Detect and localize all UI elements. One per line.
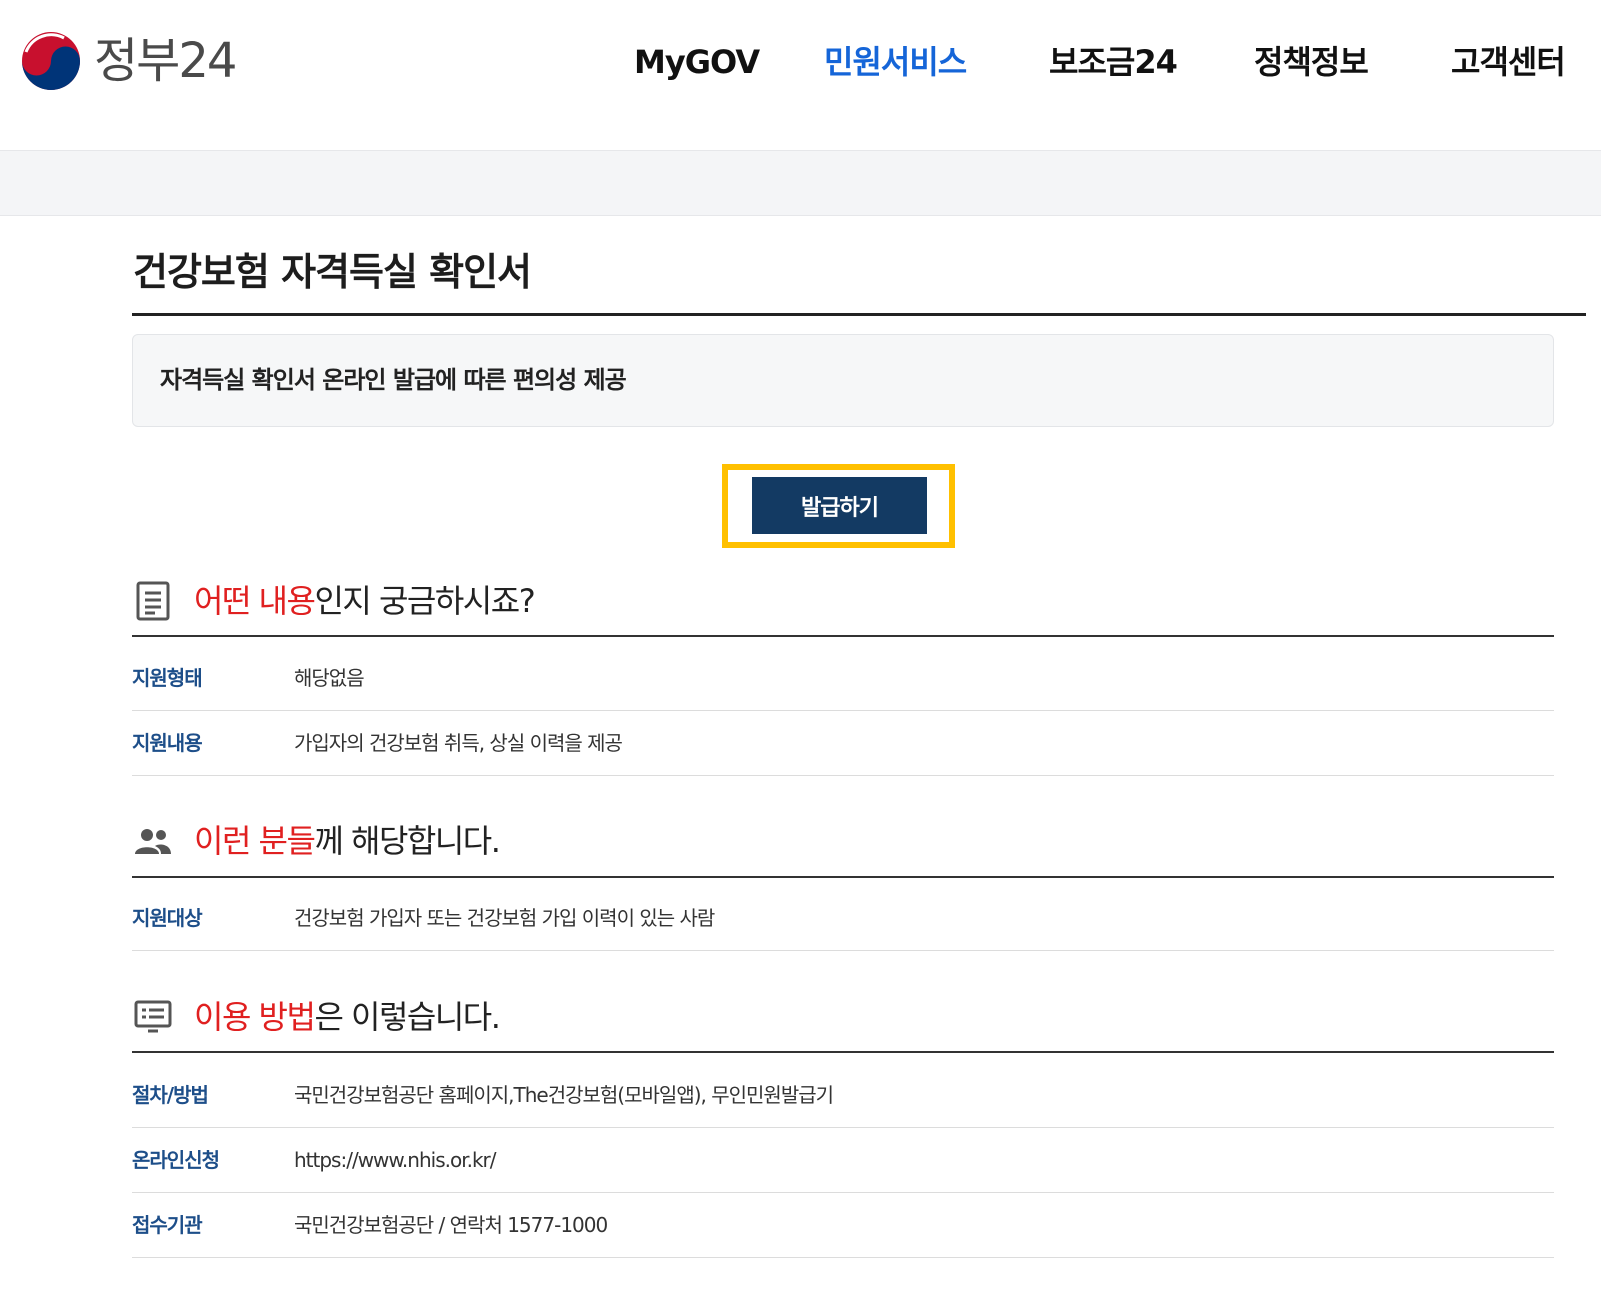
row-label: 지원대상 [132,906,203,930]
row-value: 국민건강보험공단 / 연락처 1577-1000 [294,1213,608,1237]
row-value: 건강보험 가입자 또는 건강보험 가입 이력이 있는 사람 [294,906,715,930]
nav-civil-service[interactable]: 민원서비스 [824,38,967,86]
row-label: 접수기관 [132,1213,203,1237]
row-label: 지원형태 [132,666,203,690]
nav-subsidy24[interactable]: 보조금24 [1049,38,1178,86]
section-target-divider [132,876,1554,878]
section-method-divider [132,1051,1554,1053]
section-target-title-rest: 께 해당합니다. [314,822,500,860]
section-content-title-rest: 인지 궁금하시죠? [314,582,535,620]
section-target-title: 이런 분들께 해당합니다. [194,818,501,864]
table-row: 온라인신청 https://www.nhis.or.kr/ [132,1128,1554,1193]
section-content-divider [132,635,1554,637]
row-value: 가입자의 건강보험 취득, 상실 이력을 제공 [294,731,623,755]
table-row: 지원대상 건강보험 가입자 또는 건강보험 가입 이력이 있는 사람 [132,886,1554,951]
list-screen-icon [133,997,173,1037]
section-content-title-highlight: 어떤 내용 [194,582,316,620]
row-label: 온라인신청 [132,1148,220,1172]
row-value: 해당없음 [294,666,365,690]
online-application-link[interactable]: https://www.nhis.or.kr/ [294,1128,496,1192]
site-header: 정부24 MyGOV 민원서비스 보조금24 정책정보 고객센터 [0,0,1601,150]
section-method-title: 이용 방법은 이렇습니다. [194,994,501,1040]
table-row: 지원내용 가입자의 건강보험 취득, 상실 이력을 제공 [132,711,1554,776]
document-icon [133,581,173,621]
section-content-title: 어떤 내용인지 궁금하시죠? [194,578,536,624]
table-row: 절차/방법 국민건강보험공단 홈페이지,The건강보험(모바일앱), 무인민원발… [132,1063,1554,1128]
section-method-title-rest: 은 이렇습니다. [314,998,500,1036]
page-title: 건강보험 자격득실 확인서 [133,250,532,294]
title-divider [132,313,1586,316]
row-label: 지원내용 [132,731,203,755]
section-method-title-highlight: 이용 방법 [194,998,316,1036]
sub-navigation-bar [0,150,1601,216]
people-icon [133,821,173,861]
section-method-heading: 이용 방법은 이렇습니다. [133,994,501,1040]
nav-customer-center[interactable]: 고객센터 [1451,38,1566,86]
row-value: 국민건강보험공단 홈페이지,The건강보험(모바일앱), 무인민원발급기 [294,1083,834,1107]
nav-policy-info[interactable]: 정책정보 [1254,38,1369,86]
taegeuk-logo-icon [22,32,80,90]
table-row: 지원형태 해당없음 [132,646,1554,711]
summary-text: 자격득실 확인서 온라인 발급에 따른 편의성 제공 [160,366,627,394]
logo-text: 정부24 [94,33,237,89]
issue-button[interactable]: 발급하기 [752,477,927,534]
section-content-heading: 어떤 내용인지 궁금하시죠? [133,578,536,624]
table-row: 접수기관 국민건강보험공단 / 연락처 1577-1000 [132,1193,1554,1258]
section-target-heading: 이런 분들께 해당합니다. [133,818,501,864]
row-label: 절차/방법 [132,1083,209,1107]
nav-mygov[interactable]: MyGOV [634,38,760,86]
summary-box: 자격득실 확인서 온라인 발급에 따른 편의성 제공 [132,334,1554,427]
site-logo[interactable]: 정부24 [20,30,237,92]
section-target-title-highlight: 이런 분들 [194,822,316,860]
